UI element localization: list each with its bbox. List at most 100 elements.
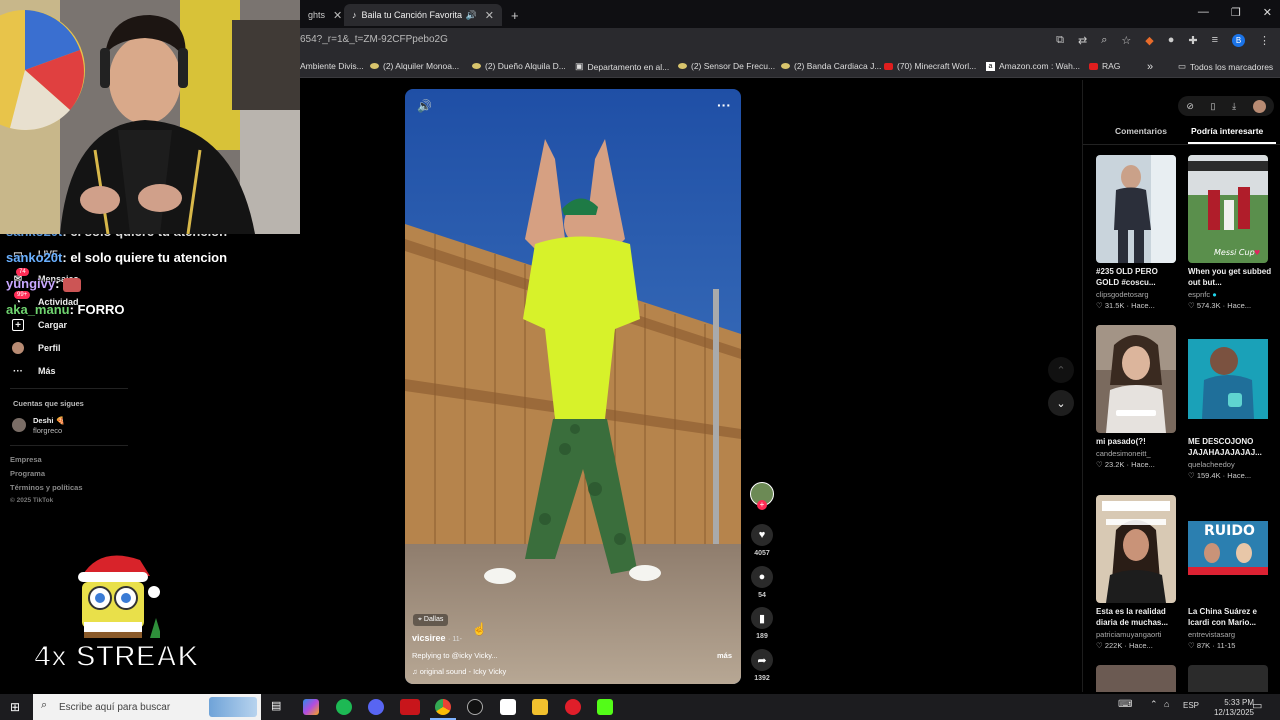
santa-sponge-graphic bbox=[70, 548, 162, 638]
follow-plus-icon[interactable]: + bbox=[757, 500, 767, 510]
video-thumbnail[interactable] bbox=[1096, 665, 1176, 692]
bookmark-icon: ▮ bbox=[751, 607, 773, 629]
extensions-puzzle-icon[interactable]: ✚ bbox=[1188, 34, 1197, 47]
bookmark-item[interactable]: RAG bbox=[1089, 61, 1120, 71]
recommended-video-card[interactable]: Esta es la realidad diaria de muchas... … bbox=[1096, 495, 1182, 650]
video-player[interactable]: 🔊 ··· ⌖ Dallas vicsiree · 11- Replying t… bbox=[405, 89, 741, 684]
zoom-icon[interactable]: ⌕ bbox=[1101, 34, 1107, 47]
bookmark-label: (2) Dueño Alquila D... bbox=[485, 61, 566, 71]
close-tab-icon[interactable]: ✕ bbox=[485, 9, 494, 22]
obs-icon[interactable] bbox=[467, 699, 483, 715]
clock[interactable]: 5:33 PM 12/13/2025 bbox=[1214, 698, 1254, 717]
task-view-icon[interactable]: ▤ bbox=[271, 699, 287, 715]
file-explorer-icon[interactable] bbox=[532, 699, 548, 715]
following-account[interactable]: Deshi 🍕 florgreco bbox=[12, 416, 132, 436]
youtube-icon bbox=[884, 62, 893, 70]
copilot-icon[interactable] bbox=[303, 699, 319, 715]
user-avatar[interactable] bbox=[1252, 99, 1266, 113]
bookmark-star-icon[interactable]: ☆ bbox=[1121, 34, 1131, 47]
heart-icon: ♡ bbox=[1188, 300, 1197, 310]
nav-upload[interactable]: + Cargar bbox=[12, 319, 67, 331]
all-bookmarks-button[interactable]: ▭ Todos los marcadores bbox=[1178, 61, 1273, 72]
bookmark-item[interactable]: Ambiente Divis... bbox=[300, 61, 364, 71]
bookmark-item[interactable]: (2) Alquiler Monoa... bbox=[370, 61, 459, 71]
video-thumbnail[interactable] bbox=[1188, 665, 1268, 692]
recommended-video-card[interactable]: Messi Cup ♥ When you get subbed out but..… bbox=[1188, 155, 1274, 310]
windows-start-icon[interactable]: ⊞ bbox=[10, 700, 20, 714]
opera-icon[interactable] bbox=[565, 699, 581, 715]
tray-overflow-icon[interactable]: ⌃ bbox=[1150, 699, 1158, 710]
bookmarks-overflow-button[interactable]: » bbox=[1147, 61, 1153, 73]
browser-tab[interactable]: ghts ✕ bbox=[300, 4, 342, 26]
caption-more-link[interactable]: más bbox=[717, 651, 732, 660]
recommended-video-card[interactable]: mi pasado(?! candesimoneitt_ ♡ 23.2K · H… bbox=[1096, 325, 1182, 469]
capcut-icon[interactable] bbox=[500, 699, 516, 715]
thumbnail-image bbox=[1096, 495, 1176, 603]
next-video-button[interactable]: ⌄ bbox=[1048, 390, 1074, 416]
chrome-icon[interactable] bbox=[435, 699, 451, 715]
url-field[interactable]: 654?_r=1&_t=ZM-92CFPpebo2G bbox=[300, 34, 448, 45]
notifications-icon[interactable]: ▭ bbox=[1252, 699, 1262, 712]
taskbar-search-input[interactable]: ⌕ Escribe aquí para buscar bbox=[33, 694, 261, 720]
mute-icon[interactable]: 🔊 bbox=[417, 99, 432, 113]
sound-link[interactable]: ♫ original sound - Icky Vicky bbox=[412, 667, 506, 676]
footer-link[interactable]: Programa bbox=[10, 469, 45, 478]
bookmark-item[interactable]: ▣ Departamento en al... bbox=[575, 61, 669, 72]
card-author: clipsgodetosarg bbox=[1096, 289, 1149, 299]
creator-avatar-button[interactable]: + bbox=[750, 482, 774, 510]
translate-icon[interactable]: ⇄ bbox=[1078, 34, 1087, 47]
media-controls-icon[interactable]: ≡ bbox=[1212, 34, 1218, 47]
tab-comments[interactable]: Comentarios bbox=[1115, 126, 1167, 136]
language-indicator[interactable]: ESP bbox=[1183, 701, 1199, 710]
new-tab-button[interactable]: + bbox=[503, 4, 527, 26]
previous-video-button[interactable]: ⌃ bbox=[1048, 357, 1074, 383]
stream-app-icon[interactable] bbox=[400, 699, 420, 715]
save-button[interactable]: ▮ 189 bbox=[750, 607, 774, 640]
footer-link[interactable]: Términos y políticas bbox=[10, 483, 83, 492]
device-icon[interactable]: ▯ bbox=[1210, 101, 1215, 112]
minimize-icon[interactable]: — bbox=[1198, 6, 1209, 19]
speaker-icon[interactable]: 🔊 bbox=[466, 10, 477, 21]
like-button[interactable]: ♥ 4057 bbox=[750, 524, 774, 557]
close-tab-icon[interactable]: ✕ bbox=[333, 9, 342, 22]
browser-menu-icon[interactable]: ⋮ bbox=[1259, 34, 1270, 47]
toolbar-icons: ⧉ ⇄ ⌕ ☆ ◆ ● ✚ ≡ B ⋮ bbox=[1056, 34, 1270, 47]
profile-avatar[interactable]: B bbox=[1232, 34, 1245, 47]
window-controls: — ❐ ✕ bbox=[1198, 6, 1272, 19]
share-button[interactable]: ➦ 1392 bbox=[750, 649, 774, 682]
bookmark-item[interactable]: (2) Banda Cardiaca J... bbox=[781, 61, 881, 71]
streak-label: 4x STREAK bbox=[33, 639, 200, 674]
restore-icon[interactable]: ❐ bbox=[1231, 6, 1241, 19]
comment-button[interactable]: ● 54 bbox=[750, 566, 774, 599]
location-tag[interactable]: ⌖ Dallas bbox=[413, 614, 449, 626]
keyboard-icon[interactable]: ⌨ bbox=[1118, 699, 1132, 710]
emote-icon bbox=[63, 277, 82, 292]
card-time: Hace... bbox=[1227, 300, 1252, 310]
video-thumbnail bbox=[1188, 325, 1268, 433]
filter-icon[interactable]: ⊘ bbox=[1186, 101, 1194, 112]
recommended-video-card[interactable]: ME DESCOJONO JAJAHAJAJAJAJ... quelacheed… bbox=[1188, 325, 1274, 480]
browser-tab-active[interactable]: ♪ Baila tu Canción Favorita co 🔊 ✕ bbox=[344, 4, 502, 26]
network-icon[interactable]: ⌂ bbox=[1164, 699, 1169, 709]
close-window-icon[interactable]: ✕ bbox=[1263, 6, 1272, 19]
bookmark-item[interactable]: a Amazon.com : Wah... bbox=[986, 61, 1080, 71]
discord-icon[interactable] bbox=[368, 699, 384, 715]
install-app-icon[interactable]: ⧉ bbox=[1056, 34, 1064, 47]
video-author[interactable]: vicsiree · 11- bbox=[412, 633, 462, 643]
tab-recommended[interactable]: Podría interesarte bbox=[1191, 126, 1263, 136]
bookmark-item[interactable]: (70) Minecraft Worl... bbox=[884, 61, 976, 71]
footer-link[interactable]: Empresa bbox=[10, 455, 42, 464]
spotify-icon[interactable] bbox=[336, 699, 352, 715]
comment-count: 54 bbox=[758, 592, 766, 599]
download-icon[interactable]: ⤓ bbox=[1232, 101, 1236, 112]
bookmark-item[interactable]: (2) Dueño Alquila D... bbox=[472, 61, 566, 71]
extension-fox-icon[interactable]: ◆ bbox=[1145, 34, 1153, 47]
nav-profile[interactable]: Perfil bbox=[12, 342, 61, 354]
bookmark-item[interactable]: (2) Sensor De Frecu... bbox=[678, 61, 775, 71]
recommended-video-card[interactable]: #235 OLD PERO GOLD #coscu... clipsgodeto… bbox=[1096, 155, 1182, 310]
recommended-video-card[interactable]: RUIDO La China Suárez e Icardi con Mario… bbox=[1188, 495, 1274, 650]
nav-more[interactable]: ··· Más bbox=[12, 365, 56, 377]
extension-icon[interactable]: ● bbox=[1168, 34, 1175, 47]
kick-icon[interactable] bbox=[597, 699, 613, 715]
video-more-icon[interactable]: ··· bbox=[717, 97, 731, 113]
